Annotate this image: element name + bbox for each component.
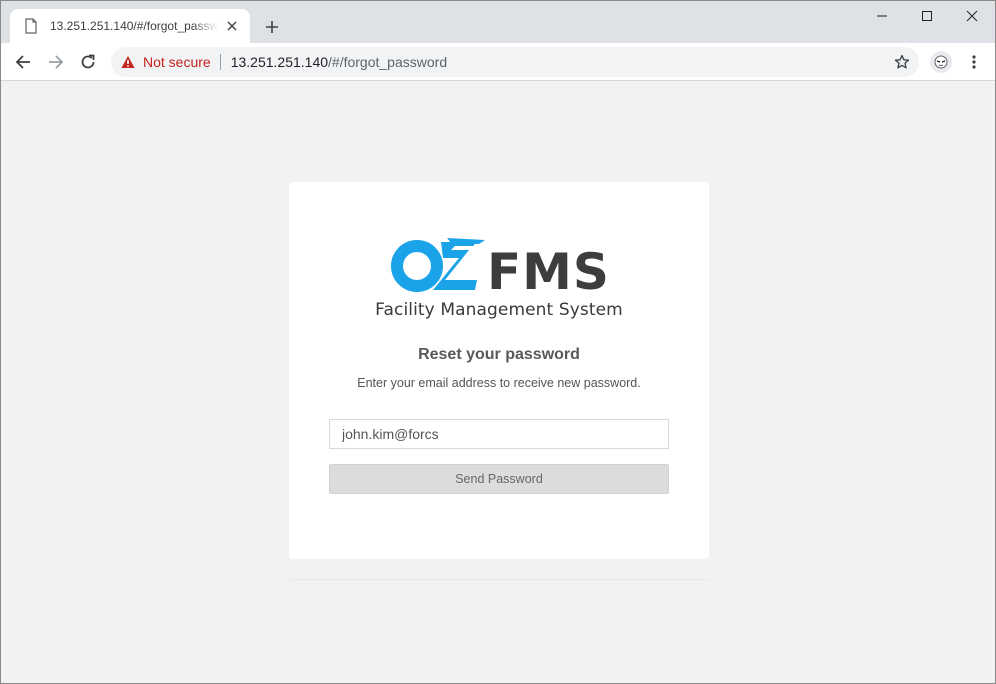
address-bar[interactable]: Not secure 13.251.251.140 /#/forgot_pass…: [111, 47, 919, 77]
email-field[interactable]: [329, 419, 669, 449]
back-arrow-icon[interactable]: [9, 48, 37, 76]
avatar-icon[interactable]: [930, 51, 952, 73]
tab-close-icon[interactable]: [224, 18, 240, 34]
tab-forgot-password[interactable]: 13.251.251.140/#/forgot_password: [10, 9, 250, 43]
logo-subtitle: Facility Management System: [375, 300, 623, 320]
tab-strip: 13.251.251.140/#/forgot_password: [1, 1, 995, 43]
logo-brand-text: FMS: [487, 243, 610, 296]
ozfms-logo: FMS: [391, 238, 610, 296]
reset-password-card: FMS Facility Management System Reset you…: [289, 182, 709, 559]
page-title: Reset your password: [418, 346, 580, 363]
window-close-icon[interactable]: [949, 1, 995, 31]
send-password-button[interactable]: Send Password: [329, 464, 669, 494]
url-path: /#/forgot_password: [328, 54, 448, 70]
page-icon: [25, 18, 37, 34]
url-host: 13.251.251.140: [230, 54, 329, 70]
browser-toolbar: Not secure 13.251.251.140 /#/forgot_pass…: [1, 43, 995, 81]
maximize-icon[interactable]: [904, 1, 950, 31]
minimize-icon[interactable]: [859, 1, 905, 31]
page-description: Enter your email address to receive new …: [357, 376, 641, 390]
security-status[interactable]: Not secure: [143, 54, 211, 70]
omnibox-separator: [219, 54, 221, 70]
star-icon[interactable]: [893, 53, 911, 71]
browser-window: 13.251.251.140/#/forgot_password Not sec…: [0, 0, 996, 684]
plus-icon[interactable]: [261, 16, 283, 38]
divider: [289, 579, 709, 580]
reload-icon[interactable]: [74, 48, 102, 76]
tab-title: 13.251.251.140/#/forgot_password: [50, 19, 218, 33]
kebab-menu-icon[interactable]: [963, 48, 985, 76]
forward-arrow-icon[interactable]: [42, 48, 70, 76]
warning-icon: [121, 56, 135, 68]
